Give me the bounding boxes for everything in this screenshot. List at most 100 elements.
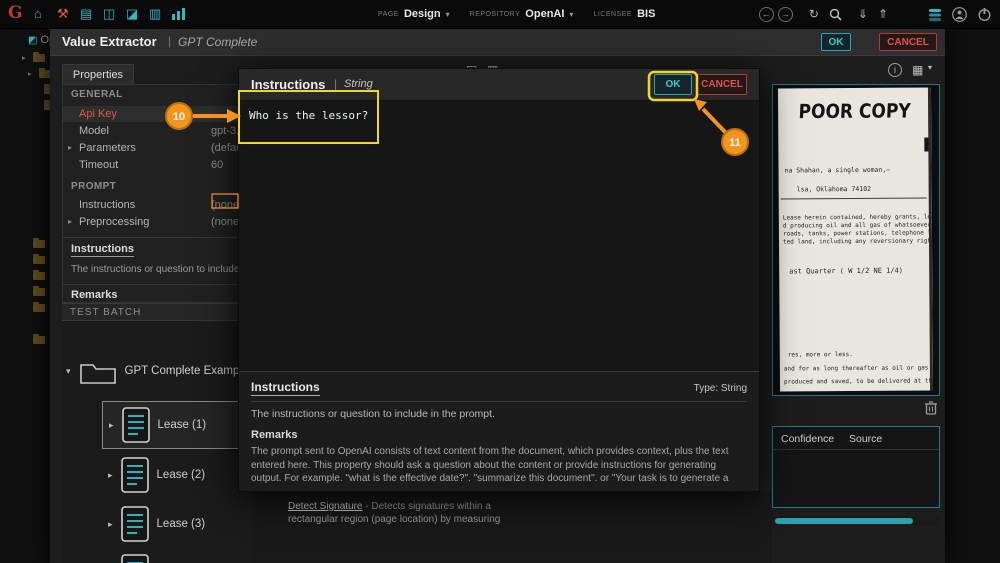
grooper-logo: G [8, 3, 23, 23]
dialog-cancel-button[interactable]: CANCEL [697, 74, 747, 95]
property-label: Instructions [79, 197, 135, 213]
expander-icon[interactable]: ▸ [108, 519, 113, 530]
editor-text: Who is the lessor? [249, 109, 368, 122]
doc-text-line: and for as long thereafter as oil or gas… [784, 364, 933, 372]
chevron-down-icon[interactable]: ▾ [928, 63, 932, 72]
test-batch-header: TEST BATCH [62, 303, 252, 321]
folder-icon[interactable] [33, 304, 45, 312]
results-grid[interactable]: Confidence Source [772, 426, 940, 508]
search-icon[interactable] [829, 8, 842, 21]
upload-icon[interactable]: ⇑ [878, 7, 888, 21]
doc-text-line: Lease herein contained, hereby grants, l… [783, 213, 933, 221]
tree-node-folder[interactable]: ▾ GPT Complete Examples [66, 357, 254, 385]
tree-item-partial[interactable]: ▸ [102, 548, 250, 563]
property-value: (none [211, 197, 239, 213]
instructions-editor[interactable]: Who is the lessor? [239, 101, 759, 373]
home-icon[interactable]: ⌂ [34, 5, 42, 23]
stats-chart-icon[interactable] [172, 8, 186, 20]
dialog-title-separator: | [334, 77, 337, 91]
property-label: Preprocessing [79, 214, 149, 230]
topbar-menus: PAGE Design ▾ REPOSITORY OpenAI ▾ LICENS… [378, 0, 655, 28]
window-cancel-button[interactable]: CANCEL [879, 33, 937, 51]
property-row-model[interactable]: Model gpt-3.5 [63, 123, 251, 139]
property-row-parameters[interactable]: ▸ Parameters (defau [63, 140, 251, 156]
footer-type-label: Type: String [694, 383, 747, 394]
folder-icon[interactable] [33, 240, 45, 248]
property-label: Model [79, 123, 109, 139]
caret-icon[interactable]: ▸ [22, 54, 26, 62]
collapse-caret-icon[interactable]: ▾ [66, 366, 71, 377]
expander-icon[interactable]: ▸ [108, 470, 113, 481]
back-icon[interactable]: ← [759, 7, 774, 22]
dialog-header[interactable]: Instructions | String OK CANCEL [239, 69, 759, 101]
page-menu-label: PAGE [378, 11, 399, 18]
node-icon: ◩ [28, 35, 37, 46]
bottom-help-line2: rectangular region (page location) by me… [288, 514, 500, 525]
tree-node-label: GPT Complete Examples [125, 365, 255, 377]
folder-icon[interactable] [33, 288, 45, 296]
property-row-timeout[interactable]: Timeout 60 [63, 157, 251, 173]
property-label: Timeout [79, 157, 118, 173]
forward-icon[interactable]: → [778, 7, 793, 22]
window-titlebar[interactable]: Value Extractor | GPT Complete OK CANCEL [50, 28, 945, 56]
property-row-instructions[interactable]: Instructions (none [63, 197, 251, 213]
save-icon[interactable]: ▤ [80, 5, 92, 23]
folder-icon[interactable] [33, 54, 45, 62]
horizontal-scrollbar[interactable] [772, 516, 940, 526]
property-row-preprocessing[interactable]: ▸ Preprocessing (none) [63, 214, 251, 230]
export-icon[interactable]: ◪ [126, 5, 138, 23]
repository-menu[interactable]: REPOSITORY OpenAI ▾ [470, 8, 574, 20]
folder-icon[interactable] [33, 336, 45, 344]
folder-icon[interactable] [33, 256, 45, 264]
download-icon[interactable]: ⇓ [858, 7, 868, 21]
topbar-right-controls: ← → ↻ ⇓ ⇑ [759, 0, 992, 28]
scanned-document: POOR COPY na Shahan, a single woman,— ls… [778, 87, 933, 391]
document-icon [121, 554, 149, 563]
doc-text-line: produced and saved, to be delivered at t… [784, 377, 933, 385]
column-header-source[interactable]: Source [849, 433, 882, 445]
divider [773, 449, 939, 450]
folder-icon[interactable] [33, 272, 45, 280]
column-header-confidence[interactable]: Confidence [781, 433, 834, 445]
divider [63, 284, 251, 285]
dialog-title: Instructions [251, 77, 325, 92]
title-separator: | [168, 34, 171, 48]
property-help-title: Instructions [71, 243, 134, 257]
tab-properties[interactable]: Properties [62, 64, 134, 84]
tree-item-lease-2[interactable]: ▸ Lease (2) [102, 451, 250, 499]
section-general: GENERAL [71, 89, 123, 100]
page-menu[interactable]: PAGE Design ▾ [378, 8, 450, 20]
power-icon[interactable] [977, 7, 992, 22]
document-viewer[interactable]: POOR COPY na Shahan, a single woman,— ls… [772, 84, 940, 396]
import-icon[interactable]: ◫ [103, 5, 115, 23]
doc-text-line: res, more or less. [788, 351, 853, 358]
expander-icon[interactable]: ▸ [68, 140, 72, 156]
property-row-api-key[interactable]: Api Key [63, 106, 251, 122]
layout-icon[interactable]: ▦ [912, 63, 923, 77]
user-icon[interactable] [952, 7, 967, 22]
tree-item-lease-3[interactable]: ▸ Lease (3) [102, 500, 250, 548]
dialog-ok-button[interactable]: OK [654, 74, 692, 95]
licensee-value: BIS [637, 8, 655, 20]
footer-description: The instructions or question to include … [251, 408, 747, 420]
property-value: 60 [211, 157, 223, 173]
repository-menu-value: OpenAI [525, 8, 564, 20]
tree-item-lease-1[interactable]: ▸ Lease (1) [102, 401, 250, 449]
expander-icon[interactable]: ▸ [109, 420, 114, 431]
tree-item-label: Lease (1) [158, 419, 207, 431]
jobs-icon[interactable]: ▥ [149, 5, 161, 23]
tree-item-label: Lease (2) [157, 469, 206, 481]
folder-icon [79, 357, 117, 385]
window-ok-button[interactable]: OK [821, 33, 851, 51]
document-icon [122, 407, 150, 443]
trash-icon[interactable] [924, 400, 938, 415]
caret-icon[interactable]: ▸ [28, 70, 32, 78]
info-icon[interactable]: i [888, 63, 902, 77]
design-tools-icon[interactable]: ⚒ [57, 5, 69, 23]
database-layers-icon[interactable] [928, 8, 942, 21]
detect-signature-link[interactable]: Detect Signature [288, 501, 363, 512]
expander-icon[interactable]: ▸ [68, 214, 72, 230]
scrollbar-thumb[interactable] [775, 518, 913, 524]
refresh-icon[interactable]: ↻ [809, 7, 819, 21]
poor-copy-stamp: POOR COPY [778, 100, 932, 124]
